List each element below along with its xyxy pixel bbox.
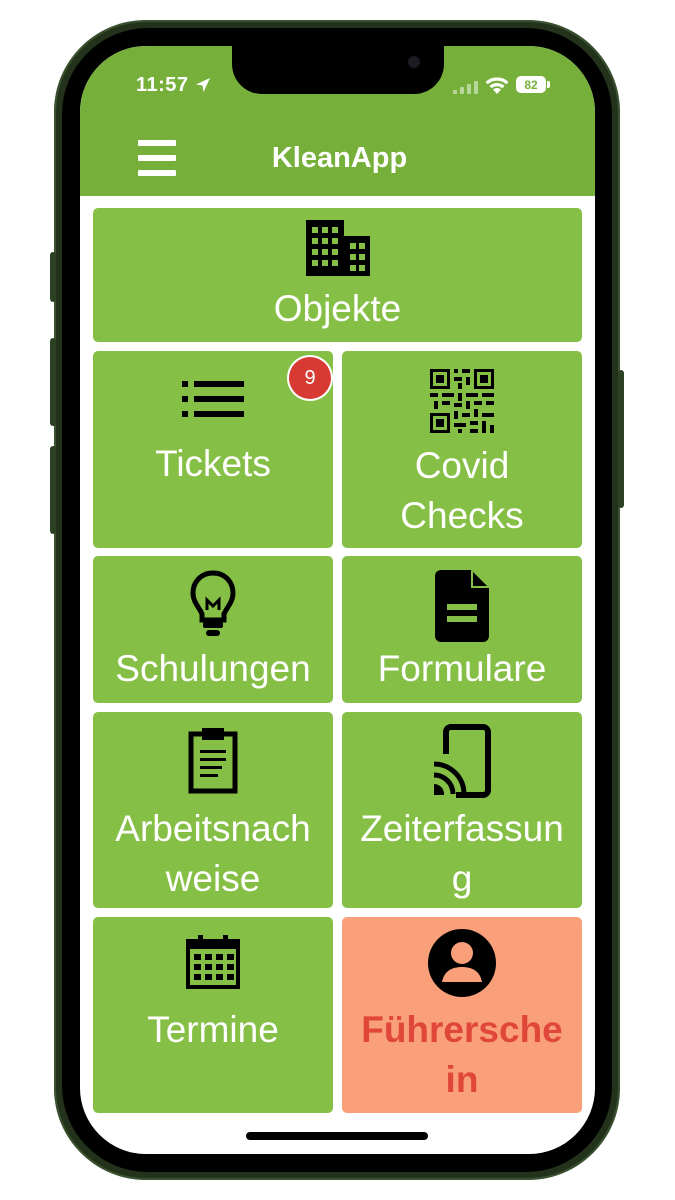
tile-objekte[interactable]: Objekte (93, 208, 582, 342)
list-icon (182, 381, 244, 417)
document-icon (435, 570, 489, 642)
cellular-signal-icon (453, 81, 478, 94)
front-camera-icon (408, 56, 420, 68)
tile-label: Zeiterfassun g (360, 808, 564, 899)
tile-arbeitsnachweise[interactable]: Arbeitsnach weise (93, 712, 333, 908)
lightbulb-icon (190, 570, 236, 636)
tile-label: Schulungen (115, 648, 311, 689)
location-arrow-icon (196, 78, 210, 92)
mute-switch (50, 252, 56, 302)
tile-formulare[interactable]: Formulare (342, 556, 582, 703)
user-circle-icon (428, 929, 496, 997)
tile-covid-checks[interactable]: Covid Checks (342, 351, 582, 548)
calendar-icon (186, 935, 240, 989)
status-time: 11:57 (136, 74, 189, 96)
cast-device-icon (432, 724, 491, 798)
home-indicator (246, 1132, 428, 1140)
power-button (618, 370, 624, 508)
battery-level: 82 (524, 77, 538, 92)
volume-up-button (50, 338, 56, 426)
tile-label: Arbeitsnach weise (115, 808, 311, 899)
notch (232, 46, 444, 94)
tile-label: Objekte (273, 288, 402, 329)
clipboard-icon (188, 728, 238, 794)
ticket-count-badge: 9 (289, 357, 331, 399)
app-title: KleanApp (271, 142, 408, 174)
qr-code-icon (430, 369, 494, 433)
app-header: 11:57 82 KleanApp (80, 46, 595, 196)
tile-label: Formulare (377, 648, 547, 689)
tile-tickets[interactable]: Tickets 9 (93, 351, 333, 548)
tile-zeiterfassung[interactable]: Zeiterfassun g (342, 712, 582, 908)
wifi-icon (485, 77, 509, 94)
tile-fuehrerschein[interactable]: Führersche in (342, 917, 582, 1113)
volume-down-button (50, 446, 56, 534)
tile-label: Führersche in (361, 1009, 563, 1100)
tile-label: Termine (147, 1009, 279, 1050)
tile-schulungen[interactable]: Schulungen (93, 556, 333, 703)
tile-termine[interactable]: Termine (93, 917, 333, 1113)
screen: 11:57 82 KleanApp Objekte Tickets 9 Covi… (80, 46, 595, 1154)
tile-label: Covid Checks (400, 445, 524, 536)
building-icon (305, 220, 370, 276)
battery-icon: 82 (516, 76, 550, 93)
tile-label: Tickets (155, 443, 271, 484)
